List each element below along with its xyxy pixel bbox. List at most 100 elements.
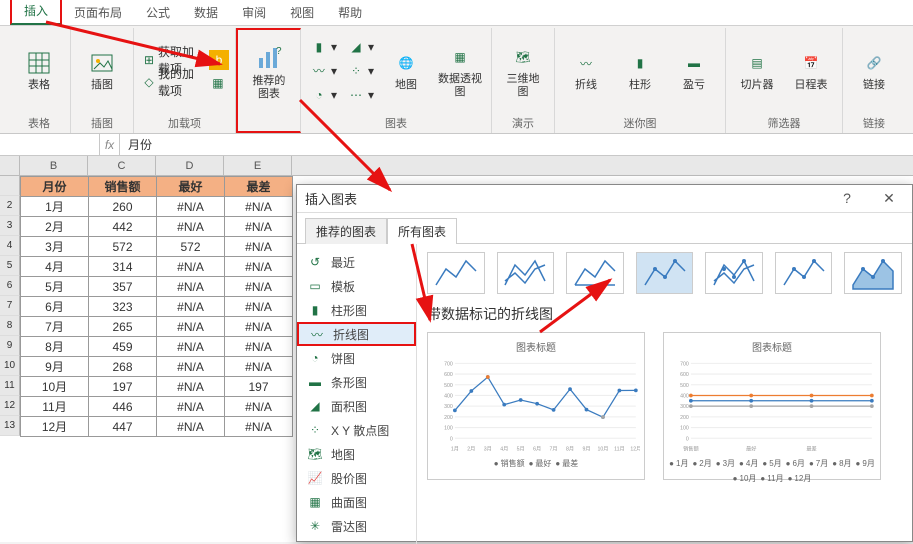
dialog-tab-recommended[interactable]: 推荐的图表 xyxy=(305,218,387,244)
map-button[interactable]: 🌐 地图 xyxy=(381,37,431,105)
cell[interactable]: 572 xyxy=(157,237,225,257)
row-header[interactable]: 2 xyxy=(0,196,20,216)
cell[interactable]: #N/A xyxy=(225,357,293,377)
col-e[interactable]: E xyxy=(224,156,292,175)
nav-模板[interactable]: ▭模板 xyxy=(297,274,416,298)
subtype-3[interactable] xyxy=(636,252,694,294)
row-header[interactable]: 5 xyxy=(0,256,20,276)
nav-条形图[interactable]: ▬条形图 xyxy=(297,370,416,394)
3dmap-button[interactable]: 🗺 三维地 图 xyxy=(498,37,548,105)
cell[interactable]: 5月 xyxy=(21,277,89,297)
chart-type-pie[interactable]: ◔▾ xyxy=(307,84,340,106)
cell[interactable]: 572 xyxy=(89,237,157,257)
subtype-1[interactable] xyxy=(497,252,555,294)
nav-柱形图[interactable]: ▮柱形图 xyxy=(297,298,416,322)
cell[interactable]: #N/A xyxy=(157,297,225,317)
row-header[interactable]: 3 xyxy=(0,216,20,236)
cell[interactable]: 9月 xyxy=(21,357,89,377)
cell[interactable]: 8月 xyxy=(21,337,89,357)
sparkline-bar[interactable]: ▮柱形 xyxy=(615,37,665,105)
cell[interactable]: #N/A xyxy=(157,257,225,277)
slicer-button[interactable]: ▤切片器 xyxy=(732,37,782,105)
bing-icon[interactable]: b xyxy=(209,50,229,70)
subtype-0[interactable] xyxy=(427,252,485,294)
cell[interactable]: #N/A xyxy=(225,257,293,277)
cell[interactable]: #N/A xyxy=(225,317,293,337)
cell[interactable]: 459 xyxy=(89,337,157,357)
row-header[interactable]: 12 xyxy=(0,396,20,416)
cell[interactable]: #N/A xyxy=(225,217,293,237)
cell[interactable]: 197 xyxy=(89,377,157,397)
table-header[interactable]: 月份 xyxy=(21,177,89,197)
recommended-chart-button[interactable]: ? 推荐的 图表 xyxy=(244,39,294,107)
nav-地图[interactable]: 🗺地图 xyxy=(297,442,416,466)
chart-preview-1[interactable]: 图表标题 01002003004005006007001月2月3月4月5月6月7… xyxy=(427,332,645,480)
cell[interactable]: #N/A xyxy=(157,417,225,437)
tab-data[interactable]: 数据 xyxy=(182,0,230,25)
tab-review[interactable]: 审阅 xyxy=(230,0,278,25)
row-header[interactable]: 8 xyxy=(0,316,20,336)
cell[interactable]: 3月 xyxy=(21,237,89,257)
subtype-5[interactable] xyxy=(775,252,833,294)
nav-股价图[interactable]: 📈股价图 xyxy=(297,466,416,490)
row-header[interactable]: 11 xyxy=(0,376,20,396)
nav-最近[interactable]: ↺最近 xyxy=(297,250,416,274)
cell[interactable]: 446 xyxy=(89,397,157,417)
pivotchart-button[interactable]: ▦ 数据透视图 xyxy=(435,37,485,105)
row-header[interactable]: 4 xyxy=(0,236,20,256)
cell[interactable]: 2月 xyxy=(21,217,89,237)
cell[interactable]: #N/A xyxy=(225,297,293,317)
cell[interactable]: 4月 xyxy=(21,257,89,277)
illustrations-button[interactable]: 插图 xyxy=(77,37,127,105)
cell[interactable]: 1月 xyxy=(21,197,89,217)
subtype-2[interactable] xyxy=(566,252,624,294)
timeline-button[interactable]: 📅日程表 xyxy=(786,37,836,105)
cell[interactable]: 265 xyxy=(89,317,157,337)
close-button[interactable]: ✕ xyxy=(874,190,904,207)
cell[interactable]: #N/A xyxy=(157,217,225,237)
chart-type-bar[interactable]: ▮▾ xyxy=(307,36,340,58)
table-header[interactable]: 最好 xyxy=(157,177,225,197)
col-d[interactable]: D xyxy=(156,156,224,175)
link-button[interactable]: 🔗链接 xyxy=(849,37,899,105)
nav-饼图[interactable]: ◔饼图 xyxy=(297,346,416,370)
row-header[interactable]: 9 xyxy=(0,336,20,356)
help-button[interactable]: ? xyxy=(832,190,862,207)
cell[interactable]: #N/A xyxy=(225,237,293,257)
subtype-6[interactable] xyxy=(844,252,902,294)
my-addins[interactable]: ◇我的加载项 xyxy=(140,71,201,93)
nav-雷达图[interactable]: ✳雷达图 xyxy=(297,514,416,538)
row-header[interactable]: 10 xyxy=(0,356,20,376)
col-c[interactable]: C xyxy=(88,156,156,175)
cell[interactable]: #N/A xyxy=(225,417,293,437)
cell[interactable]: #N/A xyxy=(157,397,225,417)
cell[interactable]: #N/A xyxy=(157,317,225,337)
chart-type-area[interactable]: ◢▾ xyxy=(344,36,377,58)
cell[interactable]: 314 xyxy=(89,257,157,277)
tab-view[interactable]: 视图 xyxy=(278,0,326,25)
cell[interactable]: 260 xyxy=(89,197,157,217)
cell[interactable]: #N/A xyxy=(225,197,293,217)
cell[interactable]: 323 xyxy=(89,297,157,317)
nav-曲面图[interactable]: ▦曲面图 xyxy=(297,490,416,514)
cell[interactable]: #N/A xyxy=(157,197,225,217)
cell[interactable]: 10月 xyxy=(21,377,89,397)
cell[interactable]: 6月 xyxy=(21,297,89,317)
people-icon[interactable]: ▦ xyxy=(209,74,227,92)
sparkline-line[interactable]: 〰折线 xyxy=(561,37,611,105)
row-header[interactable]: 7 xyxy=(0,296,20,316)
cell[interactable]: #N/A xyxy=(225,397,293,417)
cell[interactable]: 12月 xyxy=(21,417,89,437)
cell[interactable]: 442 xyxy=(89,217,157,237)
tab-insert[interactable]: 插入 xyxy=(10,0,62,25)
tab-help[interactable]: 帮助 xyxy=(326,0,374,25)
chart-preview-2[interactable]: 图表标题 0100200300400500600700销售额最好最差 1月2月3… xyxy=(663,332,881,480)
chart-type-more[interactable]: ⋯▾ xyxy=(344,84,377,106)
table-button[interactable]: 表格 xyxy=(14,37,64,105)
chart-type-scatter[interactable]: ⁘▾ xyxy=(344,60,377,82)
cell[interactable]: 11月 xyxy=(21,397,89,417)
cell[interactable]: #N/A xyxy=(157,377,225,397)
table-header[interactable]: 销售额 xyxy=(89,177,157,197)
subtype-4[interactable] xyxy=(705,252,763,294)
tab-formulas[interactable]: 公式 xyxy=(134,0,182,25)
